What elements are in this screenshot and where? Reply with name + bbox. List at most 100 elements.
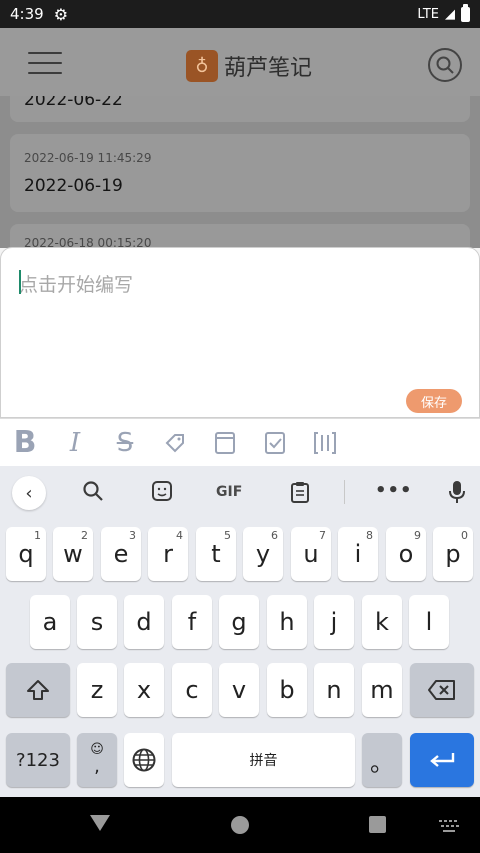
more-options-icon[interactable]: •••: [375, 480, 413, 501]
bold-icon[interactable]: B: [0, 419, 50, 467]
notes-list: 2022-06-22 2022-06-19 11:45:29 2022-06-1…: [0, 96, 480, 248]
key-v[interactable]: v: [219, 663, 259, 717]
app-title: 葫芦笔记: [224, 56, 313, 81]
keyboard: ‹ GIF ••• q1 w2 e3 r4 t5 y6 u7 i8 o9 p0 …: [0, 466, 480, 797]
key-hint: 0: [461, 529, 468, 542]
note-card[interactable]: 2022-06-19 11:45:29 2022-06-19: [10, 134, 470, 212]
key-d[interactable]: d: [124, 595, 164, 649]
gif-button[interactable]: GIF: [216, 484, 242, 500]
period-key[interactable]: 。: [362, 733, 402, 787]
suggestion-strip: ‹ GIF •••: [0, 466, 480, 518]
app-title-group: ♁ 葫芦笔记: [186, 50, 312, 82]
space-key[interactable]: 拼音: [172, 733, 355, 787]
key-label: q: [18, 540, 34, 568]
key-w[interactable]: w2: [53, 527, 93, 581]
shift-key[interactable]: [6, 663, 70, 717]
clipboard-icon[interactable]: [290, 480, 310, 509]
key-u[interactable]: u7: [291, 527, 331, 581]
checkbox-icon[interactable]: [250, 419, 300, 467]
emoji-face-icon: ☺: [90, 742, 104, 757]
status-icons: LTE ◢: [417, 3, 470, 22]
signal-icon: ◢: [445, 6, 455, 22]
key-label: p: [445, 540, 461, 568]
home-circle-icon[interactable]: [231, 816, 249, 834]
italic-icon[interactable]: I: [50, 419, 100, 467]
key-l[interactable]: l: [409, 595, 449, 649]
sticker-icon[interactable]: [151, 480, 173, 507]
key-hint: 9: [414, 529, 421, 542]
recents-square-icon[interactable]: [369, 816, 386, 833]
enter-key[interactable]: [410, 733, 474, 787]
key-q[interactable]: q1: [6, 527, 46, 581]
key-m[interactable]: m: [362, 663, 402, 717]
key-hint: 1: [34, 529, 41, 542]
note-card[interactable]: 2022-06-22: [10, 96, 470, 122]
key-hint: 5: [224, 529, 231, 542]
enter-arrow-icon: [430, 753, 455, 767]
key-hint: 8: [366, 529, 373, 542]
search-icon[interactable]: [82, 480, 104, 507]
status-time: 4:39: [10, 5, 44, 23]
note-timestamp: 2022-06-19 11:45:29: [24, 151, 152, 165]
bracket-icon[interactable]: [300, 419, 350, 467]
globe-icon: [132, 748, 156, 772]
backspace-key[interactable]: [410, 663, 474, 717]
key-label: t: [211, 540, 221, 568]
key-hint: 6: [271, 529, 278, 542]
menu-icon[interactable]: [28, 52, 62, 74]
key-g[interactable]: g: [219, 595, 259, 649]
key-label: ,: [94, 756, 100, 777]
key-r[interactable]: r4: [148, 527, 188, 581]
note-title: 2022-06-22: [24, 96, 123, 110]
key-z[interactable]: z: [77, 663, 117, 717]
microphone-icon[interactable]: [448, 480, 466, 509]
editor-input[interactable]: 点击开始编写: [19, 270, 133, 297]
key-a[interactable]: a: [30, 595, 70, 649]
note-editor-sheet: 点击开始编写 保存: [0, 247, 480, 418]
network-type: LTE: [417, 6, 439, 22]
keyboard-switch-icon[interactable]: [438, 819, 460, 836]
chevron-left-icon[interactable]: ‹: [12, 476, 46, 510]
symbols-key[interactable]: ?123: [6, 733, 70, 787]
status-bar: 4:39 ⚙ LTE ◢: [0, 0, 480, 28]
key-o[interactable]: o9: [386, 527, 426, 581]
comma-key[interactable]: ☺ ,: [77, 733, 117, 787]
text-caret: [19, 270, 21, 294]
back-triangle-icon[interactable]: [90, 815, 110, 831]
save-button[interactable]: 保存: [406, 389, 462, 413]
key-c[interactable]: c: [172, 663, 212, 717]
key-j[interactable]: j: [314, 595, 354, 649]
key-n[interactable]: n: [314, 663, 354, 717]
key-i[interactable]: i8: [338, 527, 378, 581]
settings-gear-icon: ⚙: [53, 4, 69, 24]
key-x[interactable]: x: [124, 663, 164, 717]
key-b[interactable]: b: [267, 663, 307, 717]
suggestion-divider: [344, 480, 345, 504]
key-label: o: [398, 540, 414, 568]
navigation-bar: [0, 797, 480, 853]
block-icon[interactable]: [200, 419, 250, 467]
key-k[interactable]: k: [362, 595, 402, 649]
gourd-logo-icon: ♁: [186, 50, 218, 82]
tag-icon[interactable]: [150, 419, 200, 467]
key-e[interactable]: e3: [101, 527, 141, 581]
key-y[interactable]: y6: [243, 527, 283, 581]
key-p[interactable]: p0: [433, 527, 473, 581]
backspace-icon: [428, 680, 455, 700]
app-bar: ♁ 葫芦笔记: [0, 28, 480, 96]
language-key[interactable]: [124, 733, 164, 787]
note-card[interactable]: 2022-06-18 00:15:20: [10, 224, 470, 248]
key-f[interactable]: f: [172, 595, 212, 649]
format-toolbar: B I S: [0, 418, 480, 466]
key-label: r: [163, 540, 173, 568]
key-h[interactable]: h: [267, 595, 307, 649]
search-icon[interactable]: [428, 48, 462, 82]
key-label: e: [113, 540, 129, 568]
note-title: 2022-06-19: [24, 176, 123, 196]
key-label: u: [303, 540, 319, 568]
key-t[interactable]: t5: [196, 527, 236, 581]
key-label: y: [255, 540, 271, 568]
key-s[interactable]: s: [77, 595, 117, 649]
key-label: i: [354, 540, 362, 568]
strikethrough-icon[interactable]: S: [100, 419, 150, 467]
